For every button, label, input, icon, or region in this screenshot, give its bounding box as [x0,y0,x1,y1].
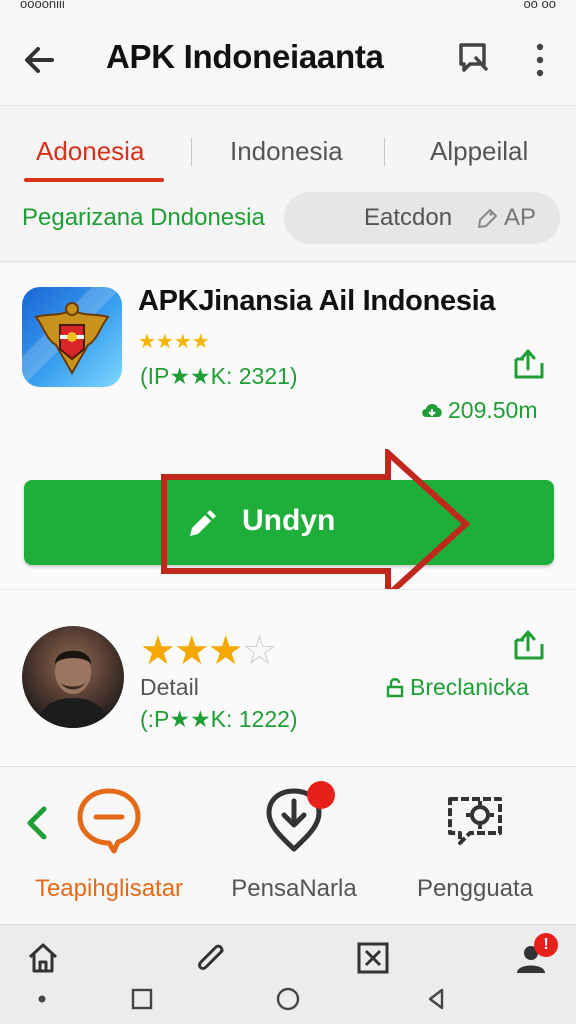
notification-dot [307,781,335,809]
paperclip-icon[interactable] [194,941,228,975]
empty-star-icon: ☆ [241,629,278,673]
review-rating-stars: ★★★☆ [140,629,278,673]
close-box-icon[interactable] [356,941,390,975]
garuda-emblem-icon [22,287,122,387]
filter-pill-tag: AP [504,204,537,231]
action-label: Pengguata [416,875,534,902]
app-size-text: 209.50m [448,397,538,423]
share-icon[interactable] [512,628,546,662]
tab-divider [384,138,385,166]
review-count: (:P★★K: 1222) [140,706,298,732]
app-icon[interactable] [22,287,122,387]
download-pin-icon [259,781,335,855]
app-size: 209.50m [420,397,538,424]
app-name: APKJinansia Ail Indonesia [138,285,496,317]
settings-chat-icon [440,785,510,855]
action-label: PensaNarla [231,875,357,902]
filter-pill[interactable]: Eatcdon AP [284,192,560,244]
pencil-icon [190,510,216,536]
search-icon[interactable] [456,40,490,74]
status-right: oo oo [523,0,556,11]
action-row: Teapihglisatar PensaNarla Pengguata [0,767,576,925]
download-button[interactable]: Undyn [24,480,554,565]
share-icon[interactable] [512,347,546,381]
action-label: Teapihglisatar [34,875,184,902]
minus-bubble-icon [74,785,144,855]
review-link-text: Breclanicka [410,674,529,700]
filter-label[interactable]: Pegarizana Dndonesia [22,204,265,232]
more-options-icon[interactable] [526,40,554,80]
home-icon[interactable] [26,941,60,975]
recents-icon[interactable] [130,987,154,1011]
tab-adonesia[interactable]: Adonesia [36,136,144,167]
active-tab-indicator [24,178,164,182]
action-teapihglisatar[interactable]: Teapihglisatar [24,785,194,903]
filter-pill-text: Eatcdon [364,204,453,231]
app-rating-stars: ★★★★ [138,331,210,353]
avatar[interactable] [22,626,124,728]
tab-indonesia[interactable]: Indonesia [230,136,343,167]
download-button-label: Undyn [242,504,336,537]
system-dot-icon [38,995,46,1003]
app-card: APKJinansia Ail Indonesia ★★★★ (IP★★K: 2… [0,263,576,599]
home-circle-icon[interactable] [276,987,300,1011]
action-pensanarla[interactable]: PensaNarla [214,781,374,903]
app-review-count: (IP★★K: 2321) [140,363,298,389]
back-triangle-icon[interactable] [424,987,448,1011]
app-bar: APK Indoneiaanta [0,18,576,106]
review-link[interactable]: Breclanicka [384,674,529,701]
bottom-nav: ! [0,925,576,1024]
tag-icon [478,209,497,228]
page-title: APK Indoneiaanta [106,38,384,75]
status-bar: ooooniii oo oo [0,0,576,18]
tab-divider [191,138,192,166]
person-photo-icon [36,650,110,728]
back-arrow-icon[interactable] [20,40,60,80]
cloud-download-icon [422,403,442,417]
filter-row: Pegarizana Dndonesia Eatcdon AP [0,186,576,262]
notification-badge: ! [534,933,558,957]
status-left: ooooniii [20,0,65,11]
review-card: ★★★☆ Detail (:P★★K: 1222) Breclanicka [0,589,576,767]
lock-icon [386,678,404,698]
action-pengguata[interactable]: Pengguata [400,785,550,903]
review-detail-label[interactable]: Detail [140,674,199,701]
tab-alppeilal[interactable]: Alppeilal [430,136,528,167]
tab-bar: Adonesia Indonesia Alppeilal [0,106,576,192]
